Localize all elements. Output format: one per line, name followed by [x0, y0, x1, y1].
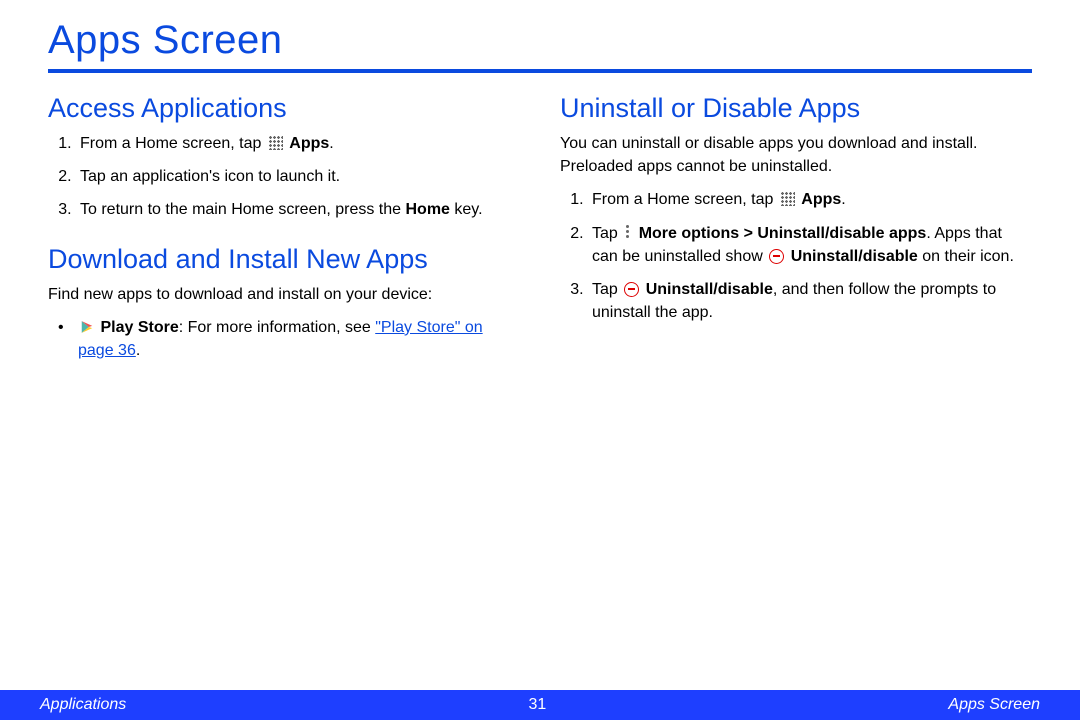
download-list: Play Store: For more information, see "P…: [48, 316, 520, 362]
text-bold: Apps: [289, 135, 329, 152]
text: .: [329, 135, 333, 152]
page-root: Apps Screen Access Applications From a H…: [0, 0, 1080, 720]
section-uninstall-disable: Uninstall or Disable Apps: [560, 93, 1032, 124]
text-bold: Play Store: [100, 319, 178, 336]
footer-bar: Applications 31 Apps Screen: [0, 690, 1080, 720]
uninstall-steps: From a Home screen, tap Apps. Tap More o…: [560, 188, 1032, 324]
play-store-icon: [80, 318, 94, 332]
uninstall-disable-icon: [769, 249, 784, 264]
uninstall-disable-icon: [624, 282, 639, 297]
footer-right: Apps Screen: [948, 696, 1040, 714]
text: on their icon.: [918, 248, 1014, 265]
text: Tap: [592, 281, 622, 298]
text: To return to the main Home screen, press…: [80, 201, 405, 218]
text: From a Home screen, tap: [80, 135, 266, 152]
text-bold: Uninstall/disable: [646, 281, 773, 298]
list-item: Tap Uninstall/disable, and then follow t…: [588, 278, 1032, 324]
section-access-applications: Access Applications: [48, 93, 520, 124]
download-intro: Find new apps to download and install on…: [48, 283, 520, 306]
text-bold: Uninstall/disable: [791, 248, 918, 265]
access-apps-steps: From a Home screen, tap Apps. Tap an app…: [48, 132, 520, 222]
footer-left: Applications: [40, 696, 126, 714]
text: : For more information, see: [179, 319, 376, 336]
uninstall-intro: You can uninstall or disable apps you do…: [560, 132, 1032, 178]
text-bold: Home: [405, 201, 449, 218]
footer-page-number: 31: [528, 696, 546, 714]
list-item: Play Store: For more information, see "P…: [68, 316, 520, 362]
two-column-layout: Access Applications From a Home screen, …: [48, 87, 1032, 372]
list-item: From a Home screen, tap Apps.: [588, 188, 1032, 211]
text: key.: [450, 201, 483, 218]
right-column: Uninstall or Disable Apps You can uninst…: [560, 87, 1032, 372]
apps-grid-icon: [268, 135, 283, 150]
text-bold: Apps: [801, 191, 841, 208]
section-download-install: Download and Install New Apps: [48, 244, 520, 275]
page-title: Apps Screen: [48, 18, 1032, 63]
left-column: Access Applications From a Home screen, …: [48, 87, 520, 372]
text: .: [136, 342, 140, 359]
text-bold: More options > Uninstall/disable apps: [639, 225, 927, 242]
list-item: Tap More options > Uninstall/disable app…: [588, 222, 1032, 268]
list-item: Tap an application's icon to launch it.: [76, 165, 520, 188]
apps-grid-icon: [780, 191, 795, 206]
text: .: [841, 191, 845, 208]
list-item: From a Home screen, tap Apps.: [76, 132, 520, 155]
text: Tap: [592, 225, 622, 242]
more-options-icon: [623, 225, 633, 240]
text: From a Home screen, tap: [592, 191, 778, 208]
title-rule: [48, 69, 1032, 73]
list-item: To return to the main Home screen, press…: [76, 198, 520, 221]
